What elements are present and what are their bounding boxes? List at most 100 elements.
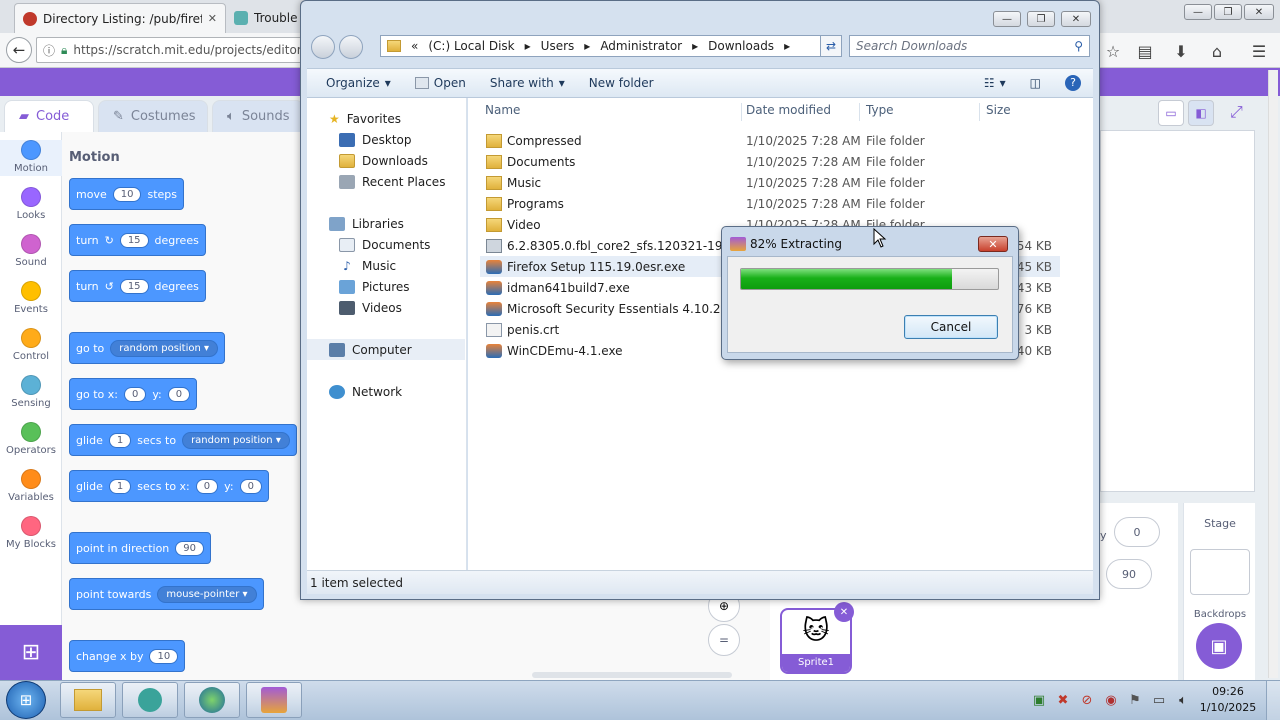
dialog-close-button[interactable]: ✕	[978, 236, 1008, 252]
open-button[interactable]: Open	[403, 76, 478, 90]
page-scrollbar[interactable]	[1268, 70, 1278, 678]
x-input[interactable]: 0	[123, 386, 147, 402]
y-position-input[interactable]: 0	[1114, 517, 1160, 547]
help-button[interactable]: ?	[1053, 75, 1093, 91]
nav-documents[interactable]: Documents	[307, 234, 465, 255]
view-options-button[interactable]: ☷ ▾	[972, 76, 1018, 90]
normal-stage-icon[interactable]: ◧	[1188, 100, 1214, 126]
block-turn-left[interactable]: turn ↺ 15 degrees	[69, 270, 206, 302]
block-go-to[interactable]: go to random position ▾	[69, 332, 226, 364]
file-row[interactable]: Music 1/10/2025 7:28 AM File folder	[480, 172, 1060, 193]
tab-sounds[interactable]: 🔈︎ Sounds	[212, 100, 304, 132]
degrees-input[interactable]: 15	[119, 278, 149, 294]
file-row[interactable]: Documents 1/10/2025 7:28 AM File folder	[480, 151, 1060, 172]
target-dropdown[interactable]: mouse-pointer ▾	[157, 585, 257, 603]
category-operators[interactable]: Operators	[0, 422, 62, 456]
tab-troubleshooting[interactable]: Troubles	[226, 3, 306, 33]
url-bar[interactable]: ⓘ 🔒︎ https://scratch.mit.edu/projects/ed…	[36, 37, 306, 63]
y-input[interactable]: 0	[167, 386, 191, 402]
explorer-address-bar[interactable]: « (C:) Local Disk ▸ Users ▸ Administrato…	[380, 35, 842, 57]
explorer-forward-icon[interactable]	[339, 35, 363, 59]
category-sound[interactable]: Sound	[0, 234, 62, 268]
column-divider[interactable]	[859, 103, 860, 121]
category-motion[interactable]: Motion	[0, 140, 62, 176]
bookmark-star-icon[interactable]: ☆	[1102, 40, 1124, 62]
file-row[interactable]: Compressed 1/10/2025 7:28 AM File folder	[480, 130, 1060, 151]
stage-selector[interactable]: Stage Backdrops ▣	[1183, 503, 1255, 680]
category-control[interactable]: Control	[0, 328, 62, 362]
browser-restore-button[interactable]: ❐	[1214, 4, 1242, 20]
breadcrumb-overflow[interactable]: «	[411, 39, 418, 53]
nav-downloads[interactable]: Downloads	[307, 150, 465, 171]
share-with-button[interactable]: Share with ▾	[478, 76, 577, 90]
nav-computer[interactable]: Computer	[307, 339, 465, 360]
code-workspace[interactable]: ⊕ =	[302, 590, 770, 680]
organize-button[interactable]: Organize ▾	[307, 76, 403, 90]
category-my-blocks[interactable]: My Blocks	[0, 516, 62, 550]
nav-favorites[interactable]: ★ Favorites	[307, 108, 465, 129]
stage-canvas[interactable]	[1100, 130, 1255, 492]
zoom-reset-button[interactable]: =	[708, 624, 740, 656]
category-looks[interactable]: Looks	[0, 187, 62, 221]
column-header-type[interactable]: Type	[866, 103, 894, 117]
column-divider[interactable]	[741, 103, 742, 121]
choose-backdrop-icon[interactable]: ▣	[1196, 623, 1242, 669]
explorer-search-input[interactable]: Search Downloads ⚲	[849, 35, 1090, 57]
browser-minimize-button[interactable]: —	[1184, 4, 1212, 20]
block-go-to-xy[interactable]: go to x: 0 y: 0	[69, 378, 198, 410]
category-events[interactable]: Events	[0, 281, 62, 315]
sprite-tile[interactable]: 🐱︎ Sprite1 ✕	[780, 602, 854, 674]
network-tray-icon[interactable]: ▣	[1030, 691, 1048, 709]
add-extension-button[interactable]: ⊞	[0, 625, 62, 680]
library-icon[interactable]: ▤	[1134, 40, 1156, 62]
new-folder-button[interactable]: New folder	[577, 76, 666, 90]
nav-network[interactable]: Network	[307, 381, 465, 402]
breadcrumb-administrator[interactable]: Administrator	[600, 39, 682, 53]
y-input[interactable]: 0	[239, 478, 262, 494]
explorer-close-button[interactable]: ✕	[1061, 11, 1091, 27]
app-tray-icon[interactable]: ◉	[1102, 691, 1120, 709]
nav-pictures[interactable]: Pictures	[307, 276, 465, 297]
block-point-in-direction[interactable]: point in direction 90	[69, 532, 212, 564]
fullscreen-icon[interactable]: ⤢	[1230, 102, 1243, 122]
workspace-scrollbar[interactable]	[532, 672, 732, 678]
tab-code[interactable]: ▰ Code	[4, 100, 94, 132]
target-dropdown[interactable]: random position ▾	[182, 431, 290, 449]
antivirus-tray-icon[interactable]: ⊘	[1078, 691, 1096, 709]
secs-input[interactable]: 1	[108, 478, 132, 494]
block-change-x[interactable]: change x by 10	[69, 640, 186, 672]
change-x-input[interactable]: 10	[149, 648, 179, 664]
volume-icon[interactable]: 🔈︎	[1174, 691, 1192, 709]
display-tray-icon[interactable]: ▭	[1150, 691, 1168, 709]
column-divider[interactable]	[979, 103, 980, 121]
explorer-maximize-button[interactable]: ❐	[1027, 11, 1055, 27]
block-point-towards[interactable]: point towards mouse-pointer ▾	[69, 578, 264, 610]
delete-sprite-icon[interactable]: ✕	[834, 602, 854, 622]
block-move-steps[interactable]: move 10 steps	[69, 178, 184, 210]
column-header-name[interactable]: Name	[485, 103, 520, 117]
steps-input[interactable]: 10	[112, 186, 142, 202]
taskbar-explorer[interactable]	[60, 682, 116, 718]
taskbar-app-idm[interactable]	[184, 682, 240, 718]
direction-input[interactable]: 90	[1106, 559, 1152, 589]
tab-directory-listing[interactable]: Directory Listing: /pub/firef ✕	[14, 3, 226, 33]
category-sensing[interactable]: Sensing	[0, 375, 62, 409]
block-glide-to-xy[interactable]: glide 1 secs to x: 0 y: 0	[69, 470, 269, 502]
column-header-size[interactable]: Size	[986, 103, 1011, 117]
file-row[interactable]: Programs 1/10/2025 7:28 AM File folder	[480, 193, 1060, 214]
tab-costumes[interactable]: ✎ Costumes	[98, 100, 208, 132]
degrees-input[interactable]: 15	[119, 232, 149, 248]
taskbar-app-archiver[interactable]	[246, 682, 302, 718]
block-turn-right[interactable]: turn ↻ 15 degrees	[69, 224, 206, 256]
explorer-minimize-button[interactable]: —	[993, 11, 1021, 27]
show-desktop-button[interactable]	[1266, 681, 1280, 720]
downloads-icon[interactable]: ⬇	[1170, 40, 1192, 62]
explorer-back-icon[interactable]	[311, 35, 335, 59]
action-center-flag-icon[interactable]: ⚑	[1126, 691, 1144, 709]
target-dropdown[interactable]: random position ▾	[110, 339, 219, 357]
secs-input[interactable]: 1	[108, 432, 132, 448]
preview-pane-button[interactable]: ◫	[1018, 76, 1053, 90]
back-button[interactable]: ←	[6, 37, 32, 63]
cancel-button[interactable]: Cancel	[904, 315, 998, 339]
nav-libraries[interactable]: Libraries	[307, 213, 465, 234]
